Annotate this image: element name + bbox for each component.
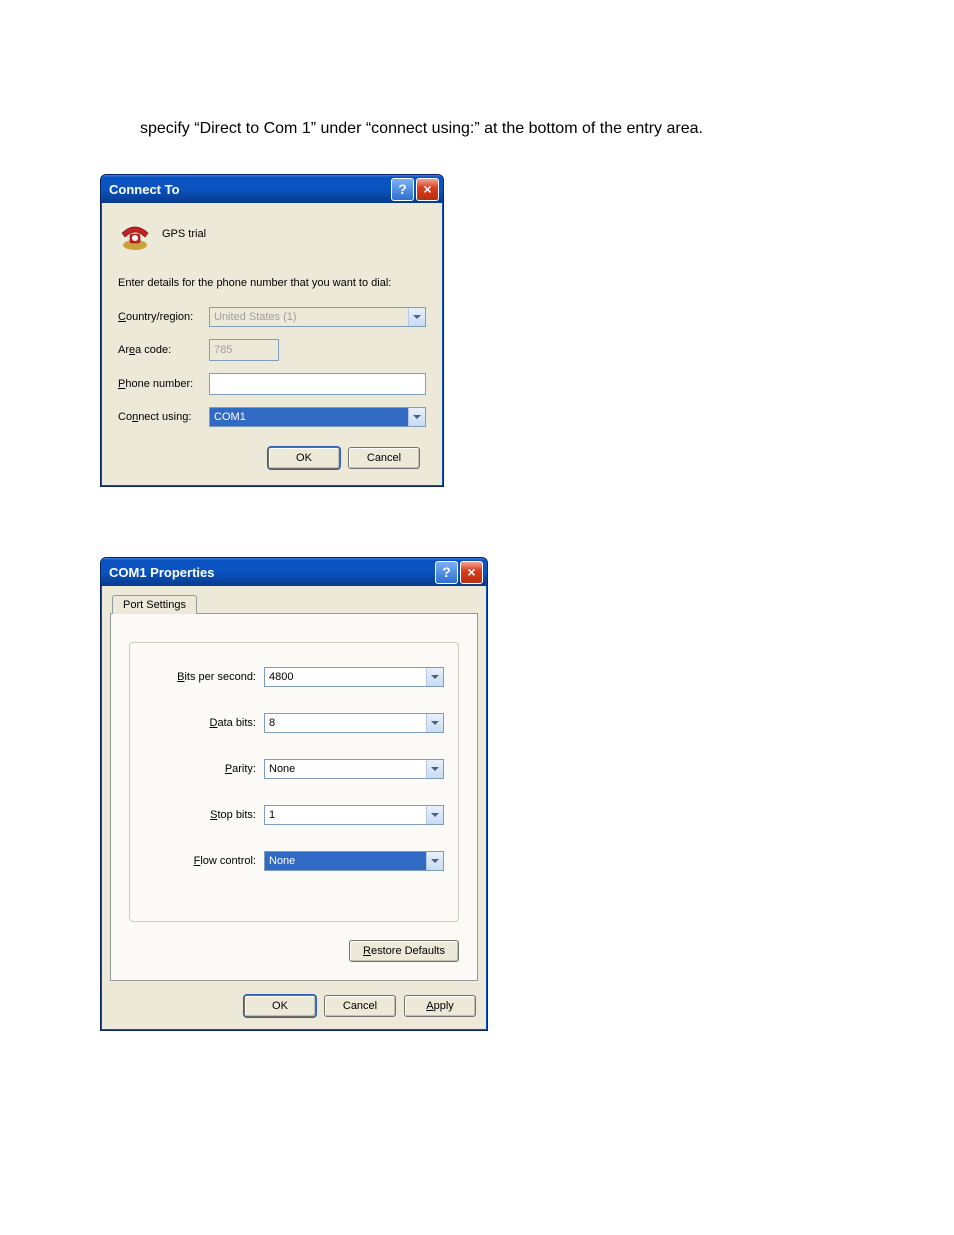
close-button[interactable]: × — [416, 178, 439, 201]
dialog-title: COM1 Properties — [109, 565, 435, 580]
page-instruction: specify “Direct to Com 1” under “connect… — [100, 120, 854, 138]
connect-to-dialog: Connect To ? × GPS trial Enter details f — [100, 174, 444, 487]
restore-defaults-button[interactable]: Restore Defaults — [349, 940, 459, 962]
apply-button[interactable]: Apply — [404, 995, 476, 1017]
parity-select[interactable] — [264, 759, 444, 779]
flow-control-select[interactable] — [264, 851, 444, 871]
cancel-button[interactable]: Cancel — [348, 447, 420, 469]
help-button[interactable]: ? — [435, 561, 458, 584]
titlebar: Connect To ? × — [101, 175, 443, 203]
area-code-input[interactable] — [209, 339, 279, 361]
stop-bits-label: Stop bits: — [210, 809, 256, 821]
phone-number-label: Phone number: — [118, 378, 203, 390]
connect-using-select[interactable] — [209, 407, 426, 427]
close-button[interactable]: × — [460, 561, 483, 584]
phone-icon — [118, 217, 152, 251]
country-select[interactable] — [209, 307, 426, 327]
bits-per-second-select[interactable] — [264, 667, 444, 687]
bits-per-second-label: Bits per second: — [177, 671, 256, 683]
ok-button[interactable]: OK — [244, 995, 316, 1017]
tab-port-settings[interactable]: Port Settings — [112, 595, 197, 614]
com1-properties-dialog: COM1 Properties ? × Port Settings Bits p… — [100, 557, 488, 1031]
help-button[interactable]: ? — [391, 178, 414, 201]
ok-button[interactable]: OK — [268, 447, 340, 469]
phone-number-input[interactable] — [209, 373, 426, 395]
data-bits-select[interactable] — [264, 713, 444, 733]
dial-instruction: Enter details for the phone number that … — [118, 277, 426, 289]
connect-using-label: Connect using: — [118, 411, 203, 423]
stop-bits-select[interactable] — [264, 805, 444, 825]
area-code-label: Area code: — [118, 344, 203, 356]
data-bits-label: Data bits: — [210, 717, 256, 729]
connection-name: GPS trial — [162, 228, 206, 240]
dialog-title: Connect To — [109, 182, 391, 197]
cancel-button[interactable]: Cancel — [324, 995, 396, 1017]
parity-label: Parity: — [225, 763, 256, 775]
flow-control-label: Flow control: — [194, 855, 256, 867]
titlebar: COM1 Properties ? × — [101, 558, 487, 586]
country-label: Country/region: — [118, 311, 203, 323]
